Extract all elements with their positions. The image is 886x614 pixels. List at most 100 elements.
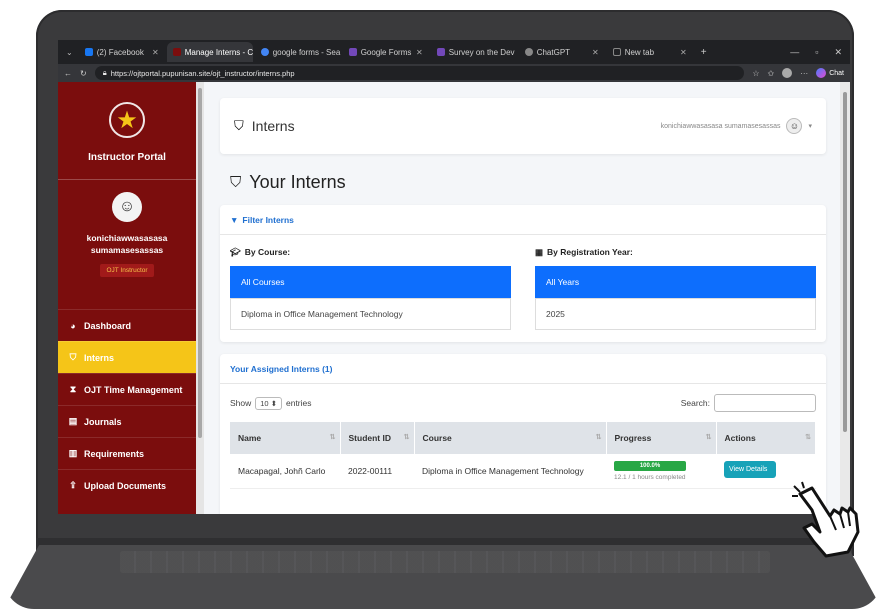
back-icon[interactable]: ← (64, 69, 72, 78)
view-details-button[interactable]: View Details (724, 461, 776, 479)
laptop-screen: ⌄ (2) Facebook✕ Manage Interns - C✕ goog… (58, 40, 850, 514)
column-label: Course (422, 433, 452, 443)
column-header-student-id[interactable]: Student ID ⇅ (340, 422, 415, 454)
more-icon[interactable]: ··· (800, 69, 808, 78)
address-bar-row: ← ↻ 🔒︎ https://ojtportal.pupunisan.site/o… (58, 64, 850, 82)
calendar-icon: ▦ (535, 247, 544, 257)
site-icon (172, 48, 181, 56)
caret-down-icon: ▾ (808, 123, 812, 130)
add-tab-icon[interactable]: + (695, 47, 713, 58)
sidebar-item-dashboard[interactable]: ◕ Dashboard (58, 309, 196, 341)
filter-icon: ▼ (230, 214, 239, 225)
tab-label: ChatGPT (536, 47, 571, 57)
refresh-icon[interactable]: ↻ (80, 69, 87, 78)
tab-label: Manage Interns - C (184, 47, 253, 57)
sidebar-item-label: Upload Documents (84, 480, 167, 491)
portal-title: Instructor Portal (88, 152, 166, 163)
tab-menu-icon[interactable]: ⌄ (62, 48, 77, 57)
url-field[interactable]: 🔒︎ https://ojtportal.pupunisan.site/ojt_i… (94, 66, 745, 80)
tab-label: (2) Facebook (96, 47, 144, 57)
filter-card-header: ▼ Filter Interns (220, 205, 826, 235)
laptop-keyboard (120, 551, 770, 573)
search-input[interactable] (714, 394, 816, 412)
close-icon[interactable]: ✕ (416, 48, 423, 57)
interns-table: Name ⇅ Student ID ⇅ Course ⇅ Progress ⇅ Acti… (230, 422, 816, 489)
upload-icon: ⇪ (69, 480, 77, 490)
user-menu[interactable]: konichiawwasasasa sumamasesassas ☺ ▾ (661, 118, 812, 134)
sidebar-item-requirements[interactable]: ▥ Requirements (58, 437, 196, 469)
tab-google-forms[interactable]: Google Forms ✕ (343, 42, 429, 62)
sidebar-scroll-thumb[interactable] (198, 88, 202, 438)
book-icon: ▤ (68, 416, 78, 426)
new-tab-icon (612, 48, 621, 56)
table-search: Search: (681, 394, 816, 412)
column-label: Progress (614, 433, 652, 443)
table-header-row: Name ⇅ Student ID ⇅ Course ⇅ Progress ⇅ Acti… (230, 422, 816, 454)
entries-select[interactable]: 10 ⬍ (255, 396, 282, 410)
browser-toolbar: ☆ ✩ ··· Chat (752, 68, 844, 78)
user-name-line-1: konichiawwasasasa (86, 233, 168, 243)
hourglass-icon: ⧗ (69, 384, 77, 394)
sidebar-item-label: Journals (84, 416, 122, 427)
sidebar-scrollbar[interactable] (196, 82, 204, 514)
close-icon[interactable]: ✕ (592, 48, 599, 57)
tab-label: google forms - Sea (272, 47, 341, 57)
profile-icon[interactable] (782, 68, 793, 78)
year-option-2025[interactable]: 2025 (535, 298, 816, 330)
sidebar-item-interns[interactable]: ⛉ Interns (58, 341, 196, 373)
sidebar-divider (58, 179, 196, 180)
minimize-icon[interactable]: — (790, 47, 799, 58)
tab-chatgpt[interactable]: ChatGPT ✕ (519, 42, 605, 62)
chat-button[interactable]: Chat (816, 68, 844, 78)
course-option-all[interactable]: All Courses (230, 266, 511, 298)
sort-icon: ⇅ (705, 434, 712, 441)
sort-icon: ⇅ (595, 434, 602, 441)
graduation-cap-icon: 🎓︎ (230, 247, 241, 257)
page-heading-text: Your Interns (249, 172, 346, 192)
lock-icon: 🔒︎ (102, 68, 107, 77)
sidebar-item-upload-documents[interactable]: ⇪ Upload Documents (58, 469, 196, 501)
column-header-course[interactable]: Course ⇅ (414, 422, 607, 454)
course-label-text: By Course: (244, 247, 291, 257)
page-title: ⛉ Your Interns (230, 172, 826, 193)
column-label: Student ID (348, 433, 392, 443)
column-label: Name (238, 433, 262, 443)
assigned-interns-card: Your Assigned Interns (1) Show 10 ⬍ entr… (220, 354, 826, 514)
chat-label: Chat (829, 69, 844, 77)
tab-new[interactable]: New tab ✕ (607, 42, 693, 62)
column-header-actions[interactable]: Actions ⇅ (716, 422, 816, 454)
tab-facebook[interactable]: (2) Facebook ✕ (79, 42, 165, 62)
table-controls: Show 10 ⬍ entries Search: (220, 384, 826, 412)
top-bar-title: Interns (251, 118, 295, 134)
copilot-icon (816, 68, 827, 78)
tab-google-search[interactable]: google forms - Sea✕ (255, 42, 341, 62)
page-scrollbar[interactable] (840, 82, 850, 514)
sidebar-item-label: OJT Time Management (84, 384, 183, 395)
course-filter-label: 🎓︎ By Course: (230, 247, 511, 258)
column-label: Actions (724, 433, 756, 443)
year-filter: ▦ By Registration Year: All Years 2025 (535, 247, 816, 330)
close-icon[interactable]: ✕ (680, 48, 687, 57)
year-filter-label: ▦ By Registration Year: (535, 247, 816, 258)
year-option-all[interactable]: All Years (535, 266, 816, 298)
sidebar-item-label: Dashboard (84, 320, 132, 331)
sidebar-item-time-management[interactable]: ⧗ OJT Time Management (58, 373, 196, 405)
column-header-progress[interactable]: Progress ⇅ (606, 422, 717, 454)
sidebar-item-journals[interactable]: ▤ Journals (58, 405, 196, 437)
role-badge: OJT Instructor (100, 264, 154, 277)
entries-value: 10 (260, 398, 269, 408)
page-scroll-thumb[interactable] (843, 92, 847, 432)
close-icon[interactable]: ✕ (152, 48, 159, 57)
maximize-icon[interactable]: ▫ (815, 47, 818, 58)
user-name: konichiawwasasasa sumamasesassas (58, 232, 196, 256)
column-header-name[interactable]: Name ⇅ (230, 422, 341, 454)
star-icon[interactable]: ☆ (752, 69, 759, 78)
course-option-domt[interactable]: Diploma in Office Management Technology (230, 298, 511, 330)
window-close-icon[interactable]: ✕ (834, 47, 842, 58)
chatgpt-icon (524, 48, 533, 56)
favorites-icon[interactable]: ✩ (768, 69, 775, 78)
tab-label: New tab (624, 47, 655, 57)
tab-manage-interns[interactable]: Manage Interns - C✕ (166, 42, 253, 62)
google-icon (260, 48, 269, 56)
tab-survey[interactable]: Survey on the Dev✕ (431, 42, 517, 62)
